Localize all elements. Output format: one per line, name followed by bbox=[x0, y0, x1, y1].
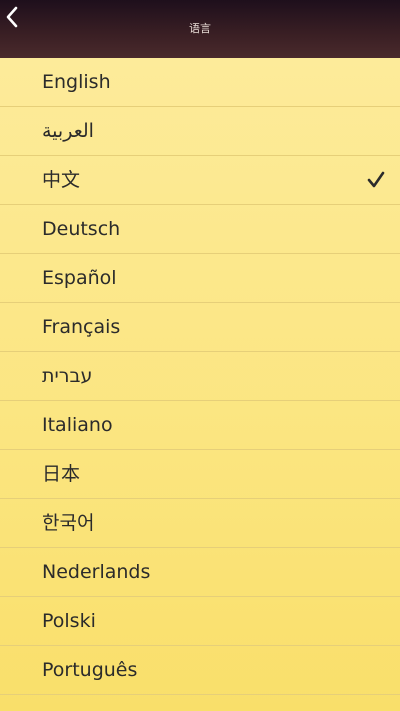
language-label: العربية bbox=[42, 120, 94, 142]
checkmark-icon bbox=[367, 171, 385, 188]
page-title: 语言 bbox=[189, 22, 211, 35]
language-item-arabic[interactable]: العربية bbox=[0, 107, 400, 156]
language-label: 中文 bbox=[42, 169, 81, 191]
language-label: Español bbox=[42, 267, 117, 289]
language-item-dutch[interactable]: Nederlands bbox=[0, 548, 400, 597]
language-item-polish[interactable]: Polski bbox=[0, 597, 400, 646]
language-label: עברית bbox=[42, 365, 93, 387]
language-item-japanese[interactable]: 日本 bbox=[0, 450, 400, 499]
language-label: Português bbox=[42, 659, 138, 681]
language-label: Italiano bbox=[42, 414, 113, 436]
language-item-korean[interactable]: 한국어 bbox=[0, 499, 400, 548]
language-item-chinese[interactable]: 中文 bbox=[0, 156, 400, 205]
language-item-english[interactable]: English bbox=[0, 58, 400, 107]
language-label: 한국어 bbox=[42, 512, 95, 534]
language-label: Français bbox=[42, 316, 121, 338]
language-label: Polski bbox=[42, 610, 96, 632]
top-bar: 语言 bbox=[0, 0, 400, 58]
language-item-italian[interactable]: Italiano bbox=[0, 401, 400, 450]
language-label: English bbox=[42, 71, 111, 93]
language-label: Deutsch bbox=[42, 218, 121, 240]
language-item-portuguese[interactable]: Português bbox=[0, 646, 400, 695]
language-label: Nederlands bbox=[42, 561, 151, 583]
language-item-hebrew[interactable]: עברית bbox=[0, 352, 400, 401]
language-item-spanish[interactable]: Español bbox=[0, 254, 400, 303]
language-list: English العربية 中文 Deutsch Español Franç… bbox=[0, 58, 400, 711]
language-label: 日本 bbox=[42, 463, 81, 485]
language-item-german[interactable]: Deutsch bbox=[0, 205, 400, 254]
language-item-french[interactable]: Français bbox=[0, 303, 400, 352]
